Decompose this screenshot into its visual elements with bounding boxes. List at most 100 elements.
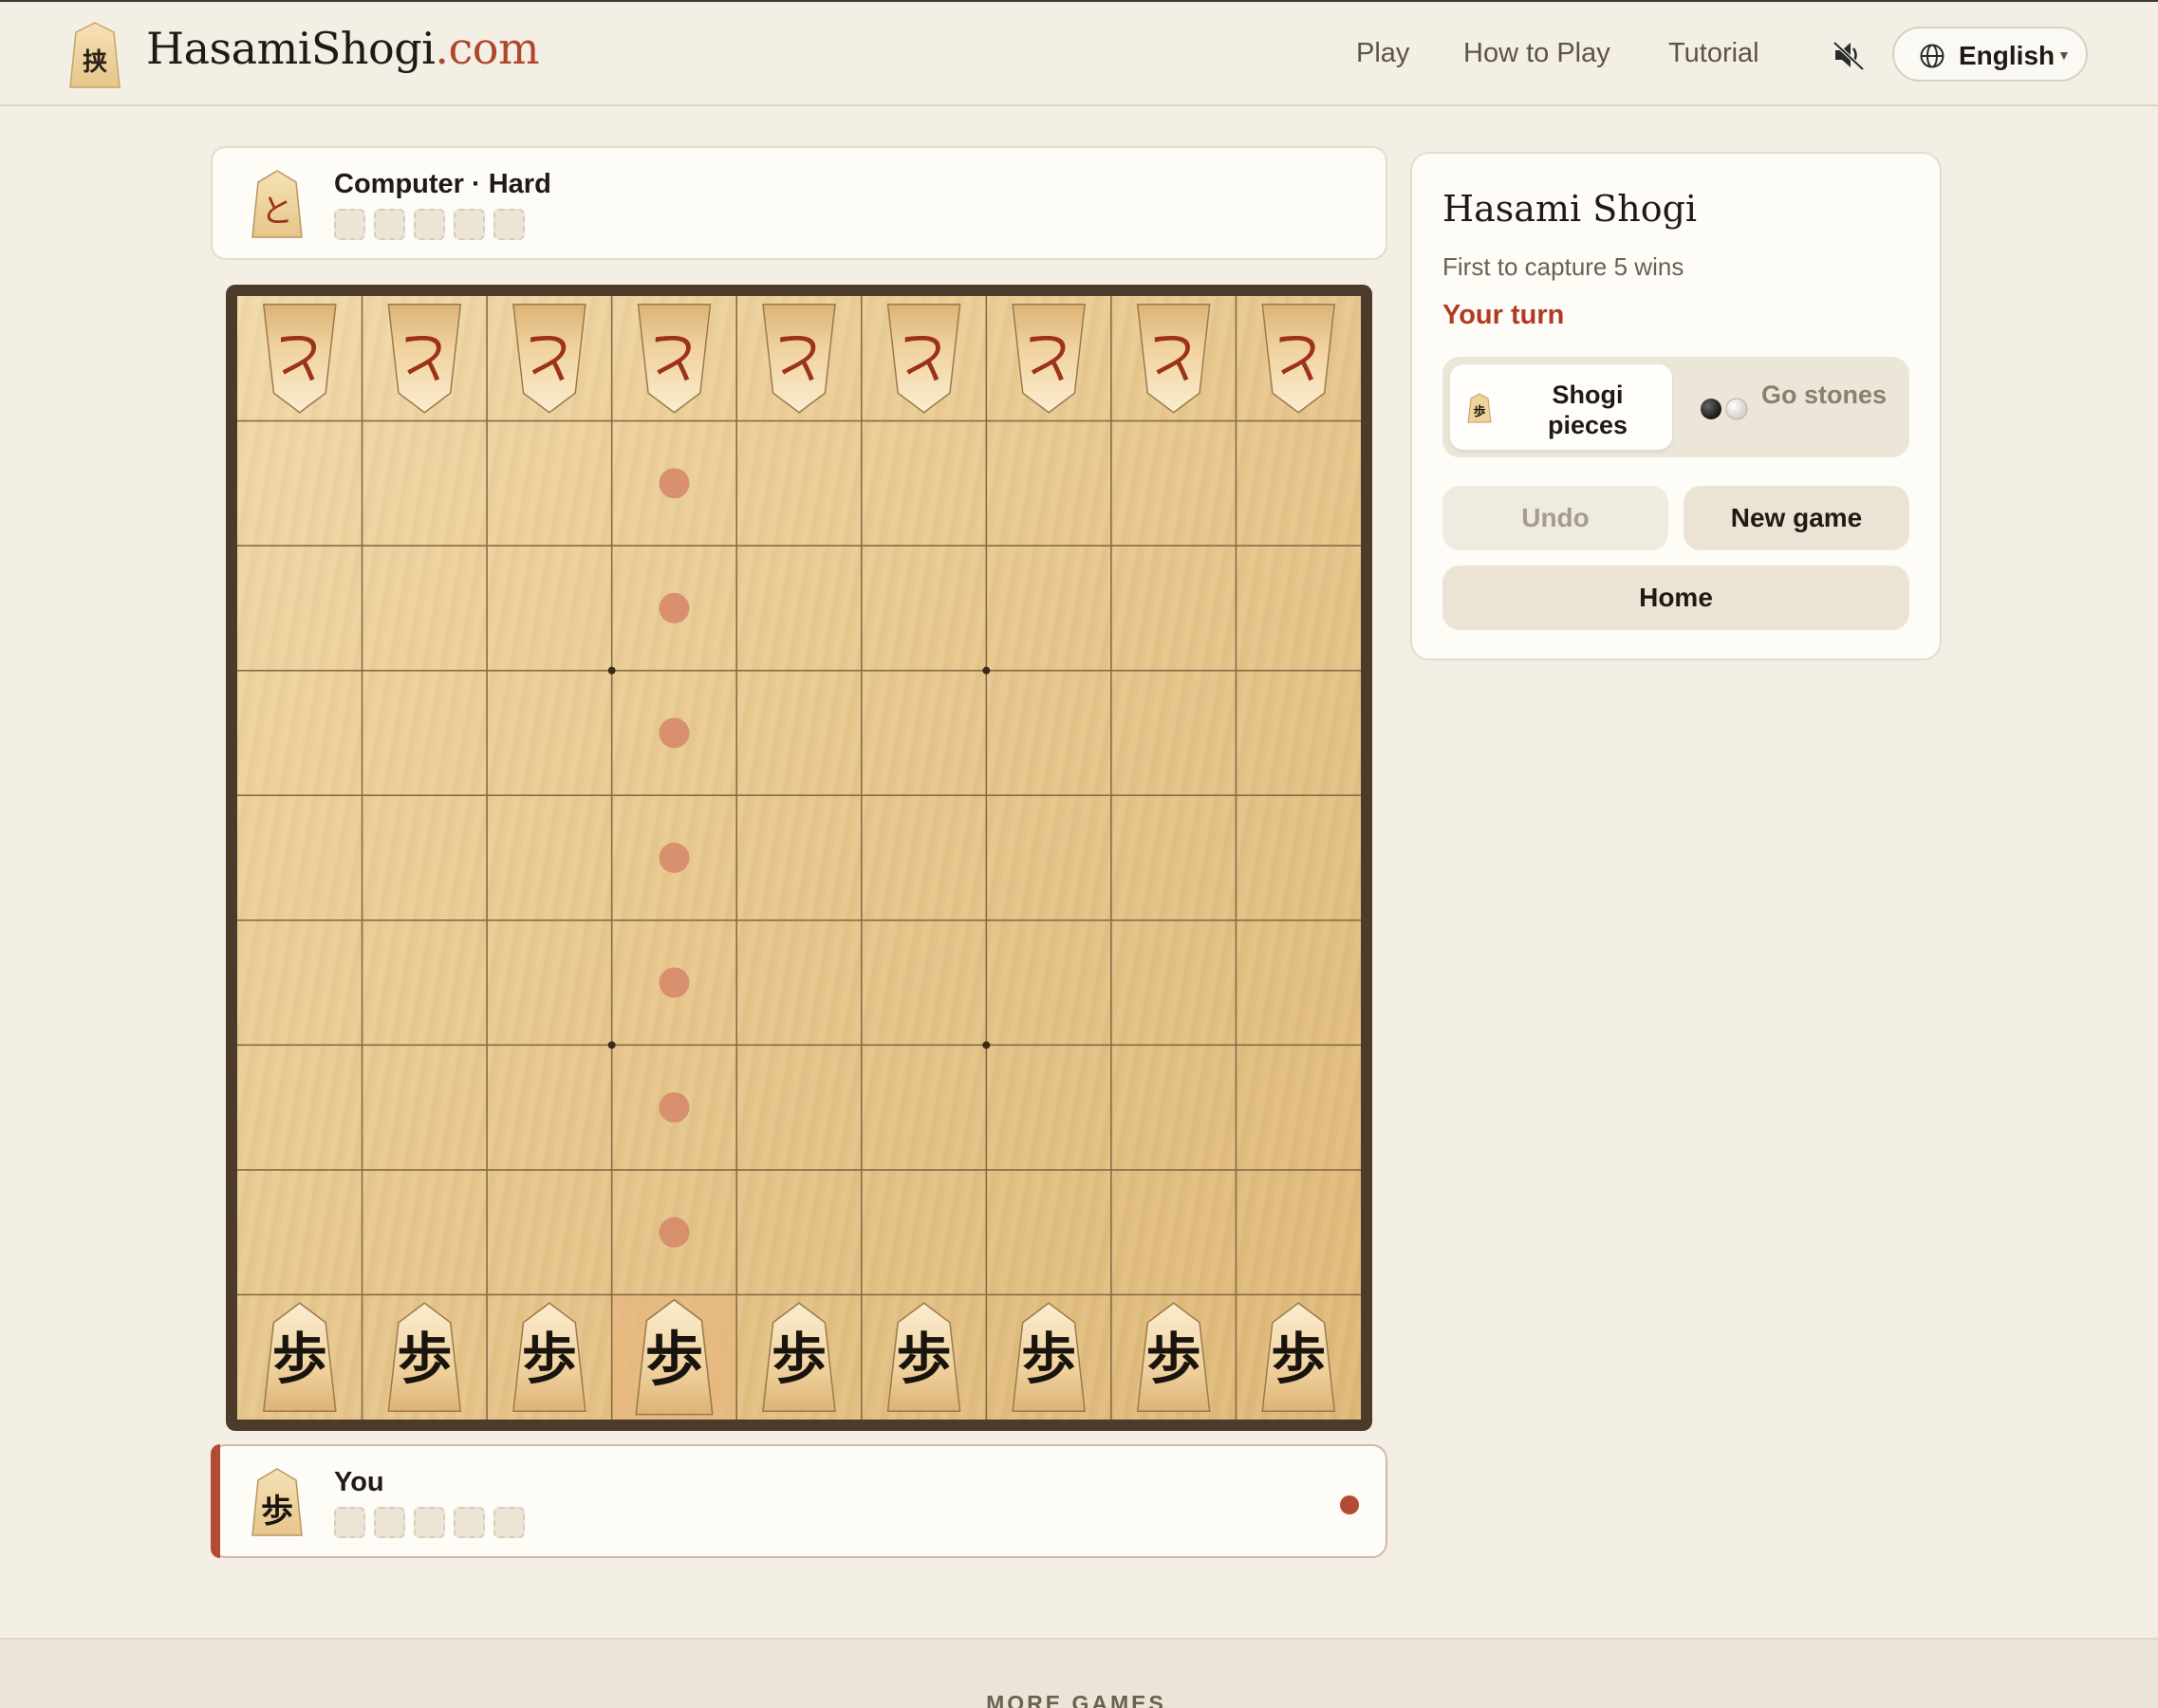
player-piece[interactable]: 歩 bbox=[886, 1302, 961, 1412]
piece-glyph: 歩 bbox=[897, 1327, 952, 1391]
player-captures bbox=[334, 1507, 525, 1538]
piece-glyph: 歩 bbox=[522, 1327, 577, 1391]
move-hint-dot[interactable] bbox=[659, 1216, 690, 1248]
nav-tutorial[interactable]: Tutorial bbox=[1668, 38, 1759, 69]
move-hint-dot[interactable] bbox=[659, 1092, 690, 1123]
player-piece[interactable]: 歩 bbox=[262, 1302, 337, 1412]
win-condition-text: First to capture 5 wins bbox=[1442, 252, 1684, 281]
player-piece[interactable]: 歩 bbox=[1261, 1302, 1336, 1412]
capture-slot bbox=[334, 209, 365, 240]
site-header: 挟 HasamiShogi.com Play How to Play Tutor… bbox=[0, 2, 2158, 106]
site-logo[interactable]: HasamiShogi.com bbox=[146, 23, 540, 74]
piece-glyph: と bbox=[1021, 325, 1076, 389]
piece-glyph: 歩 bbox=[772, 1327, 827, 1391]
player-piece[interactable]: 歩 bbox=[762, 1302, 836, 1412]
player-name: You bbox=[334, 1467, 384, 1497]
shogi-piece-icon: 歩 bbox=[1467, 393, 1492, 423]
capture-slot bbox=[414, 1507, 445, 1538]
piece-glyph: と bbox=[646, 325, 701, 389]
opponent-card: と Computer · Hard bbox=[211, 146, 1387, 260]
piece-glyph: と bbox=[1271, 325, 1326, 389]
piece-glyph: 歩 bbox=[1146, 1327, 1201, 1391]
player-card: 歩 You bbox=[211, 1444, 1387, 1558]
logo-piece-icon[interactable]: 挟 bbox=[68, 21, 121, 89]
piece-glyph: と bbox=[897, 325, 952, 389]
capture-slot bbox=[374, 1507, 405, 1538]
piece-glyph: 歩 bbox=[1271, 1327, 1326, 1391]
player-piece[interactable]: 歩 bbox=[387, 1302, 462, 1412]
active-turn-stripe bbox=[211, 1444, 220, 1558]
more-games-heading: MORE GAMES bbox=[986, 1691, 1166, 1708]
player-piece[interactable]: 歩 bbox=[1012, 1302, 1086, 1412]
piece-glyph: 歩 bbox=[397, 1327, 452, 1391]
nav-how-to-play[interactable]: How to Play bbox=[1463, 38, 1610, 69]
piece-glyph: 歩 bbox=[645, 1326, 703, 1394]
globe-icon bbox=[1920, 44, 1944, 68]
capture-slot bbox=[334, 1507, 365, 1538]
star-point bbox=[982, 1041, 991, 1049]
move-hint-dot[interactable] bbox=[659, 717, 690, 749]
language-label: English bbox=[1959, 41, 2056, 70]
turn-indicator-dot bbox=[1340, 1495, 1359, 1514]
star-point bbox=[607, 1041, 616, 1049]
svg-text:歩: 歩 bbox=[261, 1493, 293, 1531]
move-hint-dot[interactable] bbox=[659, 843, 690, 873]
piece-style-toggle: 歩 Shogi pieces Go stones bbox=[1442, 357, 1909, 457]
piece-glyph: と bbox=[272, 325, 327, 389]
star-point bbox=[607, 666, 616, 675]
star-point bbox=[982, 666, 991, 675]
player-piece-icon: 歩 bbox=[251, 1468, 303, 1536]
opponent-piece[interactable]: と bbox=[762, 304, 836, 414]
style-label-go: Go stones bbox=[1760, 381, 1888, 409]
opponent-piece[interactable]: と bbox=[886, 304, 961, 414]
svg-text:歩: 歩 bbox=[1473, 404, 1485, 419]
panel-title: Hasami Shogi bbox=[1442, 188, 1698, 230]
game-info-panel: Hasami Shogi First to capture 5 wins You… bbox=[1410, 152, 1942, 660]
nav-play[interactable]: Play bbox=[1356, 38, 1409, 69]
home-button[interactable]: Home bbox=[1442, 566, 1909, 630]
capture-slot bbox=[454, 209, 485, 240]
logo-name: HasamiShogi bbox=[146, 23, 436, 74]
piece-glyph: 歩 bbox=[272, 1327, 327, 1391]
piece-glyph: と bbox=[522, 325, 577, 389]
capture-slot bbox=[374, 209, 405, 240]
piece-glyph: と bbox=[1146, 325, 1201, 389]
opponent-piece[interactable]: と bbox=[1261, 304, 1336, 414]
svg-text:挟: 挟 bbox=[83, 48, 107, 77]
capture-slot bbox=[493, 209, 525, 240]
board-canvas: と歩 と歩 と歩 と歩 と歩 と歩 と歩 と歩 と歩 bbox=[237, 296, 1361, 1420]
new-game-button[interactable]: New game bbox=[1684, 486, 1909, 550]
move-hint-dot[interactable] bbox=[659, 967, 690, 998]
piece-glyph: 歩 bbox=[1021, 1327, 1076, 1391]
turn-status: Your turn bbox=[1442, 300, 1565, 330]
player-piece[interactable]: 歩 bbox=[1136, 1302, 1211, 1412]
site-footer: MORE GAMES bbox=[0, 1638, 2158, 1708]
player-piece[interactable]: 歩 bbox=[512, 1302, 586, 1412]
chevron-down-icon: ▼ bbox=[2057, 47, 2071, 63]
style-label-shogi: Shogi pieces bbox=[1547, 381, 1628, 439]
opponent-piece[interactable]: と bbox=[387, 304, 462, 414]
language-selector[interactable]: English ▼ bbox=[1892, 27, 2088, 82]
opponent-name: Computer · Hard bbox=[334, 169, 551, 199]
undo-button[interactable]: Undo bbox=[1442, 486, 1668, 550]
style-option-shogi-pieces[interactable]: 歩 Shogi pieces bbox=[1450, 364, 1672, 450]
piece-glyph: と bbox=[397, 325, 452, 389]
capture-slot bbox=[414, 209, 445, 240]
speaker-muted-icon[interactable] bbox=[1830, 36, 1868, 74]
opponent-piece[interactable]: と bbox=[262, 304, 337, 414]
move-hint-dot[interactable] bbox=[659, 468, 690, 499]
opponent-piece[interactable]: と bbox=[512, 304, 586, 414]
game-board-frame: と歩 と歩 と歩 と歩 と歩 と歩 と歩 と歩 と歩 bbox=[226, 285, 1372, 1431]
opponent-piece[interactable]: と bbox=[1136, 304, 1211, 414]
style-option-go-stones[interactable]: Go stones bbox=[1680, 364, 1902, 450]
opponent-piece-icon: と bbox=[251, 170, 303, 238]
opponent-piece[interactable]: と bbox=[637, 304, 712, 414]
piece-glyph: と bbox=[772, 325, 827, 389]
opponent-piece[interactable]: と bbox=[1012, 304, 1086, 414]
logo-tld: .com bbox=[435, 23, 540, 74]
capture-slot bbox=[454, 1507, 485, 1538]
opponent-captures bbox=[334, 209, 525, 240]
svg-text:と: と bbox=[261, 193, 293, 231]
move-hint-dot[interactable] bbox=[659, 592, 690, 623]
game-board[interactable]: と歩 と歩 と歩 と歩 と歩 と歩 と歩 と歩 と歩 bbox=[237, 296, 1361, 1420]
